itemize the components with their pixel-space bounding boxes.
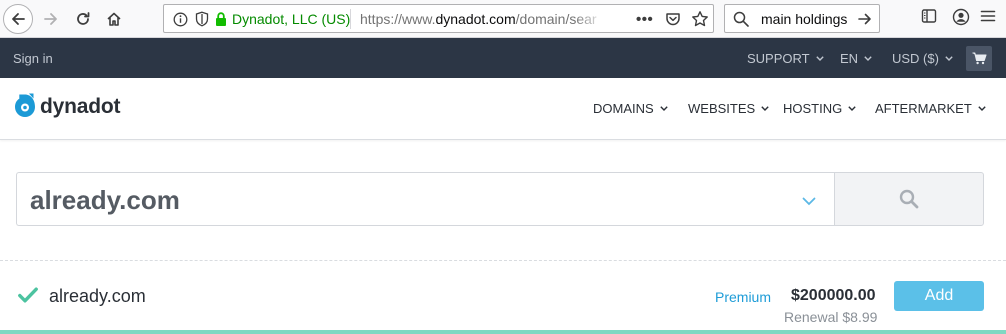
language-label: EN: [840, 51, 859, 66]
url-fade: [574, 8, 606, 30]
domain-search-button[interactable]: [834, 172, 984, 226]
nav-aftermarket-label: AFTERMARKET: [875, 101, 972, 116]
site-identity[interactable]: Dynadot, LLC (US): [232, 11, 350, 27]
chevron-down-icon: [659, 106, 668, 111]
site-topbar: Sign in SUPPORT EN USD ($): [0, 38, 1006, 78]
hamburger-menu-icon[interactable]: [980, 8, 996, 29]
library-icon[interactable]: [921, 8, 937, 29]
search-icon: [899, 189, 919, 209]
browser-search-bar[interactable]: main holdings: [724, 4, 880, 33]
reload-icon: [77, 12, 90, 25]
chevron-down-icon: [815, 56, 824, 61]
nav-hosting-label: HOSTING: [783, 101, 843, 116]
chevron-down-icon: [978, 106, 986, 111]
forward-button[interactable]: [36, 4, 66, 34]
support-menu[interactable]: SUPPORT: [747, 51, 824, 66]
url-separator: [350, 9, 351, 29]
nav-websites-label: WEBSITES: [688, 101, 756, 116]
bookmark-star-icon[interactable]: [691, 10, 709, 33]
tracking-protection-icon[interactable]: [195, 11, 209, 32]
browser-search-text[interactable]: main holdings: [761, 11, 847, 27]
nav-aftermarket[interactable]: AFTERMARKET: [875, 101, 986, 116]
search-icon: [733, 11, 749, 32]
url-bar[interactable]: Dynadot, LLC (US) https://www.dynadot.co…: [163, 4, 714, 33]
main-header: dynadot DOMAINS WEBSITES HOSTING AFTERMA…: [0, 78, 1006, 140]
url-host: dynadot.com: [435, 11, 516, 27]
bottom-accent-bar: [0, 330, 1006, 334]
nav-domains[interactable]: DOMAINS: [593, 101, 668, 116]
domain-search-value: already.com: [30, 185, 180, 215]
result-divider: [0, 260, 1006, 261]
premium-badge[interactable]: Premium: [715, 289, 771, 305]
result-price: $200000.00: [791, 287, 876, 304]
check-icon: [18, 287, 38, 308]
secure-lock-icon[interactable]: [214, 11, 228, 32]
chevron-down-icon: [864, 56, 872, 61]
account-icon[interactable]: [952, 8, 970, 31]
chevron-down-icon: [848, 106, 856, 111]
browser-toolbar: Dynadot, LLC (US) https://www.dynadot.co…: [0, 0, 1006, 38]
home-icon: [107, 12, 121, 26]
sign-in-link[interactable]: Sign in: [13, 51, 53, 66]
chevron-down-icon[interactable]: [802, 193, 816, 211]
nav-domains-label: DOMAINS: [593, 101, 654, 116]
cart-icon: [972, 52, 987, 65]
chevron-down-icon: [761, 106, 769, 111]
support-label: SUPPORT: [747, 51, 810, 66]
url-prefix: https://www.: [360, 11, 436, 27]
arrow-right-icon: [44, 13, 57, 25]
home-button[interactable]: [99, 4, 129, 34]
chevron-down-icon: [945, 56, 953, 61]
renewal-price: Renewal $8.99: [784, 309, 878, 325]
result-domain-name: already.com: [49, 286, 146, 306]
domain-search-input[interactable]: already.com: [16, 172, 835, 226]
dynadot-logo[interactable]: dynadot: [13, 92, 120, 121]
currency-label: USD ($): [892, 51, 939, 66]
add-to-cart-button[interactable]: Add: [894, 281, 984, 311]
cart-button[interactable]: [966, 46, 992, 71]
info-icon[interactable]: [173, 12, 188, 32]
url-text[interactable]: https://www.dynadot.com/domain/sear: [360, 11, 604, 27]
search-go-icon[interactable]: [857, 11, 873, 32]
brand-name: dynadot: [40, 94, 121, 118]
pocket-icon[interactable]: [665, 11, 681, 32]
page-actions-icon[interactable]: •••: [636, 11, 653, 28]
dynadot-logo-icon: [15, 93, 35, 117]
back-button[interactable]: [3, 4, 33, 34]
language-menu[interactable]: EN: [840, 51, 872, 66]
arrow-left-icon: [12, 13, 25, 25]
currency-menu[interactable]: USD ($): [892, 51, 953, 66]
reload-button[interactable]: [68, 4, 98, 34]
nav-websites[interactable]: WEBSITES: [688, 101, 769, 116]
nav-hosting[interactable]: HOSTING: [783, 101, 856, 116]
